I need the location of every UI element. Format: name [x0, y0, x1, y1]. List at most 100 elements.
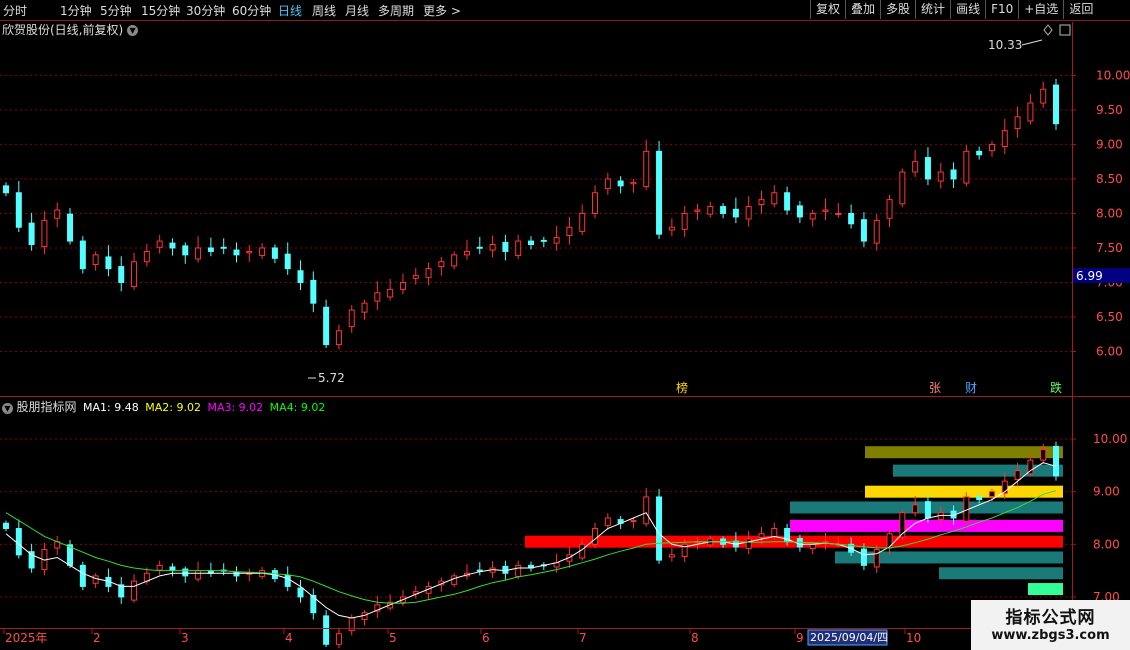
chevron-down-icon[interactable]: ▼: [127, 25, 139, 36]
candle-body: [668, 554, 675, 558]
x-tick-label: 3: [181, 631, 189, 645]
x-tick-label: 5: [389, 631, 397, 645]
candle-body: [54, 209, 61, 219]
watermark: 指标公式网 www.zbgs3.com: [971, 600, 1130, 650]
candle-body: [566, 226, 573, 237]
candle-body: [169, 566, 176, 572]
candle-body: [860, 219, 867, 242]
candle-body: [873, 219, 880, 244]
candle-body: [118, 266, 125, 283]
y-tick-label: 9.00: [1096, 137, 1123, 151]
candle-body: [873, 549, 880, 568]
candle-body: [1027, 102, 1034, 122]
candle-body: [643, 150, 650, 188]
stock-title: 欣贺股份(日线,前复权): [2, 23, 124, 37]
y-tick-label: 6.50: [1096, 310, 1123, 324]
candle-body: [732, 208, 739, 218]
watermark-title: 指标公式网: [1005, 608, 1096, 628]
watermark-url: www.zbgs3.com: [991, 628, 1110, 643]
candle-body: [79, 240, 86, 270]
candle-body: [28, 551, 35, 569]
candle-body: [950, 169, 957, 180]
high-price-label: 10.33: [988, 38, 1022, 52]
candle-body: [387, 288, 394, 298]
candle-body: [169, 242, 176, 249]
candle-body: [822, 209, 829, 212]
stock-chart[interactable]: 6.006.507.007.508.008.509.009.5010.007.0…: [0, 0, 1130, 650]
candle-body: [374, 292, 381, 302]
candle-body: [259, 247, 266, 257]
candle-body: [220, 246, 227, 249]
x-tick-label: 8: [691, 631, 699, 645]
candle-body: [988, 491, 995, 497]
candle-body: [207, 247, 214, 252]
cursor-date: 2025/09/04/四: [807, 629, 888, 646]
candle-body: [528, 240, 534, 246]
candle-body: [451, 575, 458, 585]
x-tick-label: 7: [579, 631, 587, 645]
candle-body: [617, 180, 624, 187]
candle-body: [604, 178, 611, 190]
x-tick-label: 10: [906, 631, 921, 645]
ma1-value: MA1: 9.48: [83, 401, 139, 414]
candle-body: [79, 564, 86, 587]
candle-body: [707, 206, 714, 215]
candle-body: [67, 213, 74, 242]
candle-body: [668, 226, 675, 231]
candle-body: [1053, 445, 1059, 477]
main-candles: [3, 78, 1059, 350]
candle-body: [809, 543, 816, 550]
candle-body: [1040, 449, 1047, 461]
marker-die: 跌: [1050, 380, 1062, 395]
candle-body: [284, 253, 291, 270]
candle-body: [630, 520, 637, 523]
y-tick-label: 10.00: [1096, 68, 1130, 82]
candle-body: [92, 575, 99, 584]
candle-body: [835, 212, 842, 215]
candle-body: [988, 143, 995, 152]
candle-body: [323, 615, 330, 645]
y-tick-label: 9.00: [1093, 485, 1120, 499]
ma2-value: MA2: 9.02: [145, 401, 201, 414]
candle-body: [720, 206, 727, 214]
x-tick-label: 6: [482, 631, 490, 645]
y-tick-label: 9.50: [1096, 103, 1123, 117]
range-bar: [865, 446, 1063, 459]
cursor-date-text: 2025/09/04/四: [810, 631, 888, 644]
diamond-icon: [1043, 24, 1053, 36]
candle-body: [1040, 88, 1047, 104]
candle-body: [822, 541, 829, 544]
low-price-label: 5.72: [318, 371, 345, 385]
candle-body: [233, 571, 240, 577]
x-tick-label: 9: [796, 631, 804, 645]
candle-body: [502, 241, 509, 252]
candle-body: [438, 261, 445, 268]
x-tick-label: 2: [93, 631, 101, 645]
candle-body: [681, 212, 688, 230]
candle-body: [579, 212, 586, 232]
candle-body: [15, 192, 22, 228]
candle-body: [630, 181, 637, 185]
range-bar: [1028, 583, 1063, 596]
marker-zhang: 张: [929, 381, 941, 395]
candle-body: [771, 528, 778, 538]
chevron-down-icon[interactable]: ▼: [2, 402, 13, 414]
y-tick-label: 8.50: [1096, 172, 1123, 186]
candle-body: [323, 306, 330, 346]
candle-body: [15, 528, 22, 556]
indicator-name: 股朋指标网: [16, 400, 77, 414]
candle-body: [348, 309, 355, 328]
candle-body: [489, 244, 496, 251]
candle-body: [425, 268, 432, 279]
candle-body: [796, 205, 803, 218]
candle-body: [924, 501, 931, 519]
candle-body: [399, 281, 406, 290]
candle-body: [515, 240, 522, 257]
candle-body: [92, 254, 99, 266]
candle-body: [233, 249, 240, 256]
candle-body: [271, 247, 278, 259]
candle-body: [143, 250, 150, 263]
candle-body: [694, 209, 701, 212]
candle-body: [284, 574, 291, 587]
x-tick-label: 2025年: [5, 631, 48, 645]
